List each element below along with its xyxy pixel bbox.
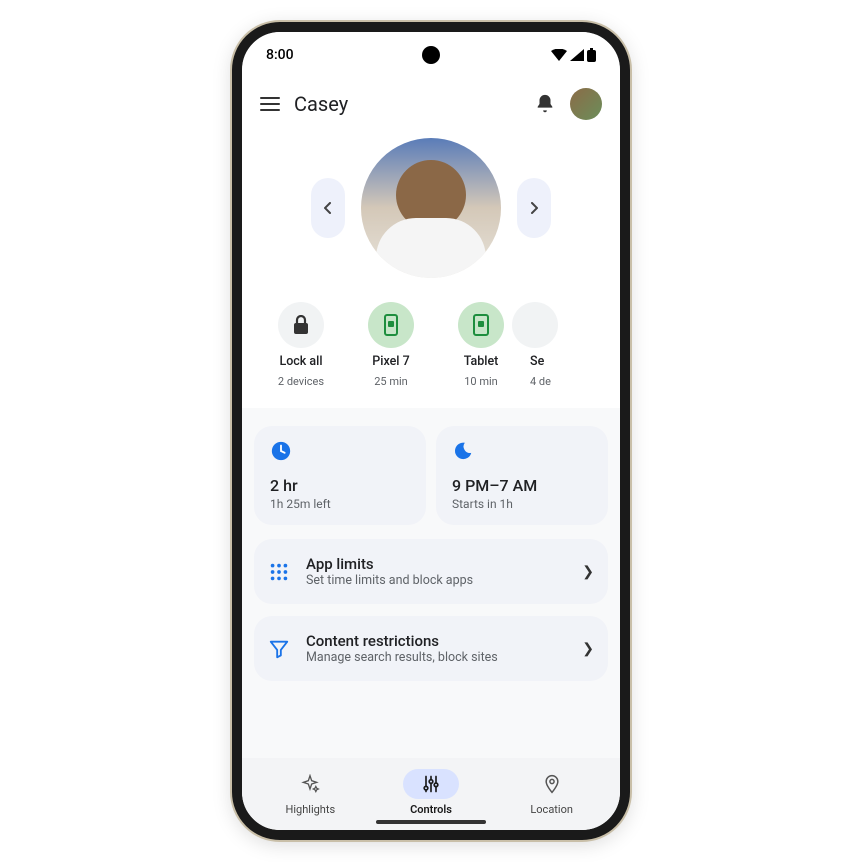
app-limits-title: App limits [306,555,566,573]
battery-icon [587,48,596,62]
chevron-right-icon [530,202,538,214]
device-pixel7[interactable]: Pixel 7 25 min [350,302,432,388]
device-tablet[interactable]: Tablet 10 min [440,302,522,388]
screentime-sub: 1h 25m left [270,497,410,511]
chevron-right-icon: ❯ [582,641,594,657]
nav-controls[interactable]: Controls [403,769,459,816]
app-bar: Casey [242,78,620,130]
downtime-card[interactable]: 9 PM–7 AM Starts in 1h [436,426,608,525]
device-lock-all[interactable]: Lock all 2 devices [260,302,342,388]
next-child-button[interactable] [517,178,551,238]
app-limits-sub: Set time limits and block apps [306,573,566,588]
account-avatar[interactable] [570,88,602,120]
lock-icon [278,302,324,348]
app-limits-row[interactable]: App limits Set time limits and block app… [254,539,608,604]
device-icon [512,302,558,348]
sliders-icon [421,774,441,794]
status-icons [551,48,596,62]
screentime-value: 2 hr [270,476,410,495]
downtime-value: 9 PM–7 AM [452,476,592,495]
device-sub: 10 min [464,375,498,388]
clock-icon [270,440,292,462]
device-label: Pixel 7 [372,354,409,369]
device-label: Lock all [279,354,322,369]
nav-label: Location [530,803,573,816]
downtime-sub: Starts in 1h [452,497,592,511]
chevron-left-icon [324,202,332,214]
location-pin-icon [542,774,562,794]
nav-highlights[interactable]: Highlights [282,769,338,816]
device-sub: 4 de [530,375,551,388]
cards-area: 2 hr 1h 25m left 9 PM–7 AM Starts in 1h [242,408,620,758]
gesture-bar [376,820,486,824]
device-sub: 25 min [374,375,408,388]
nav-label: Controls [410,803,452,816]
devices-row: Lock all 2 devices Pixel 7 25 min Tablet… [242,278,620,408]
content-restrictions-row[interactable]: Content restrictions Manage search resul… [254,616,608,681]
filter-icon [268,638,290,660]
nav-label: Highlights [286,803,336,816]
moon-icon [452,440,474,462]
child-avatar[interactable] [361,138,501,278]
phone-frame: 8:00 Casey [232,22,630,840]
profile-switcher [242,138,620,278]
screentime-card[interactable]: 2 hr 1h 25m left [254,426,426,525]
prev-child-button[interactable] [311,178,345,238]
nav-location[interactable]: Location [524,769,580,816]
device-label: Tablet [464,354,499,369]
device-sub: 2 devices [278,375,324,388]
content-sub: Manage search results, block sites [306,650,566,665]
wifi-icon [551,49,567,61]
main-content: Lock all 2 devices Pixel 7 25 min Tablet… [242,130,620,758]
status-bar: 8:00 [242,32,620,78]
status-time: 8:00 [266,47,294,63]
device-more[interactable]: Se 4 de [530,302,570,388]
sparkle-icon [300,774,320,794]
tablet-icon [458,302,504,348]
apps-grid-icon [268,561,290,583]
screen: 8:00 Casey [242,32,620,830]
content-title: Content restrictions [306,632,566,650]
device-label: Se [530,354,544,369]
page-title: Casey [294,92,520,116]
phone-icon [368,302,414,348]
chevron-right-icon: ❯ [582,564,594,580]
notifications-icon[interactable] [534,93,556,115]
signal-icon [570,49,584,61]
menu-button[interactable] [260,97,280,111]
